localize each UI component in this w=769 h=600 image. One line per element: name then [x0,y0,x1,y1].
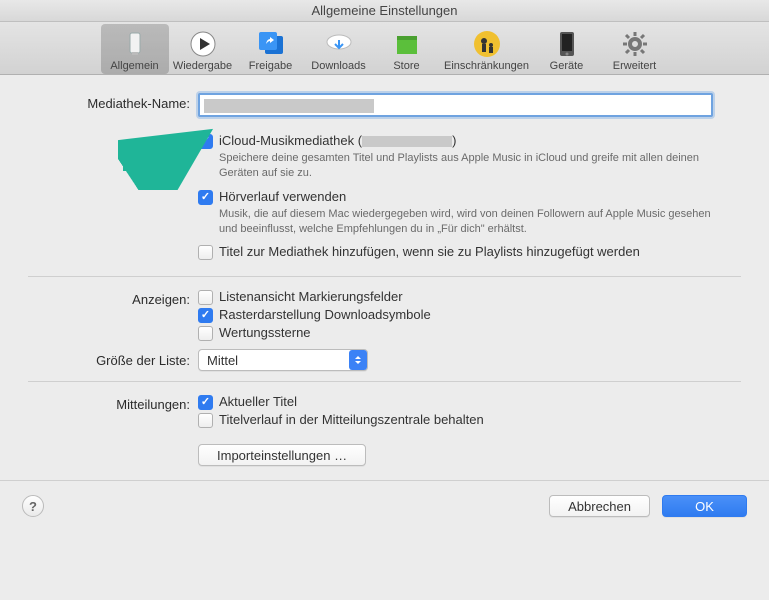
show-label: Anzeigen: [28,289,198,307]
redacted-text [204,99,374,113]
tab-store[interactable]: Store [373,24,441,74]
help-button[interactable]: ? [22,495,44,517]
general-icon [119,28,151,60]
tab-label: Downloads [311,60,365,72]
device-icon [551,28,583,60]
list-size-label: Größe der Liste: [28,353,198,368]
tab-general[interactable]: Allgemein [101,24,169,74]
sharing-icon [255,28,287,60]
play-icon [187,28,219,60]
icloud-library-desc: Speichere deine gesamten Titel und Playl… [219,151,714,181]
redacted-text [362,136,452,147]
library-name-input[interactable] [198,93,713,117]
notifications-label: Mitteilungen: [28,394,198,412]
import-settings-button[interactable]: Importeinstellungen … [198,444,366,466]
current-track-checkbox[interactable] [198,395,213,410]
tab-label: Wiedergabe [173,60,232,72]
ok-button[interactable]: OK [662,495,747,517]
ratings-label: Wertungssterne [219,325,311,340]
tab-sharing[interactable]: Freigabe [237,24,305,74]
separator [28,276,741,277]
listening-history-desc: Musik, die auf diesem Mac wiedergegeben … [219,207,714,237]
add-to-library-label: Titel zur Mediathek hinzufügen, wenn sie… [219,244,640,259]
tab-label: Einschränkungen [444,60,529,72]
listening-history-label: Hörverlauf verwenden [219,189,346,204]
preferences-toolbar: Allgemein Wiedergabe Freigabe Downloads … [0,22,769,75]
add-to-library-checkbox[interactable] [198,245,213,260]
gear-icon [619,28,651,60]
keep-history-checkbox[interactable] [198,413,213,428]
current-track-label: Aktueller Titel [219,394,297,409]
list-size-select[interactable]: Mittel [198,349,368,371]
store-icon [391,28,423,60]
separator [28,381,741,382]
parental-icon [471,28,503,60]
tab-label: Geräte [550,60,584,72]
grid-download-label: Rasterdarstellung Downloadsymbole [219,307,431,322]
list-size-value: Mittel [207,353,238,368]
ratings-checkbox[interactable] [198,326,213,341]
tab-advanced[interactable]: Erweitert [601,24,669,74]
list-checkboxes-checkbox[interactable] [198,290,213,305]
keep-history-label: Titelverlauf in der Mitteilungszentrale … [219,412,484,427]
tab-devices[interactable]: Geräte [533,24,601,74]
cloud-download-icon [323,28,355,60]
grid-download-checkbox[interactable] [198,308,213,323]
window-title: Allgemeine Einstellungen [0,0,769,22]
tab-label: Store [393,60,419,72]
tab-playback[interactable]: Wiedergabe [169,24,237,74]
listening-history-checkbox[interactable] [198,190,213,205]
chevron-updown-icon [349,350,367,370]
tab-label: Freigabe [249,60,292,72]
library-name-label: Mediathek-Name: [28,93,198,111]
icloud-library-checkbox[interactable] [198,134,213,149]
cancel-button[interactable]: Abbrechen [549,495,650,517]
tab-downloads[interactable]: Downloads [305,24,373,74]
list-checkboxes-label: Listenansicht Markierungsfelder [219,289,403,304]
icloud-library-label: iCloud-Musikmediathek () [219,133,456,148]
tab-label: Allgemein [110,60,158,72]
tab-label: Erweitert [613,60,656,72]
tab-restrictions[interactable]: Einschränkungen [441,24,533,74]
